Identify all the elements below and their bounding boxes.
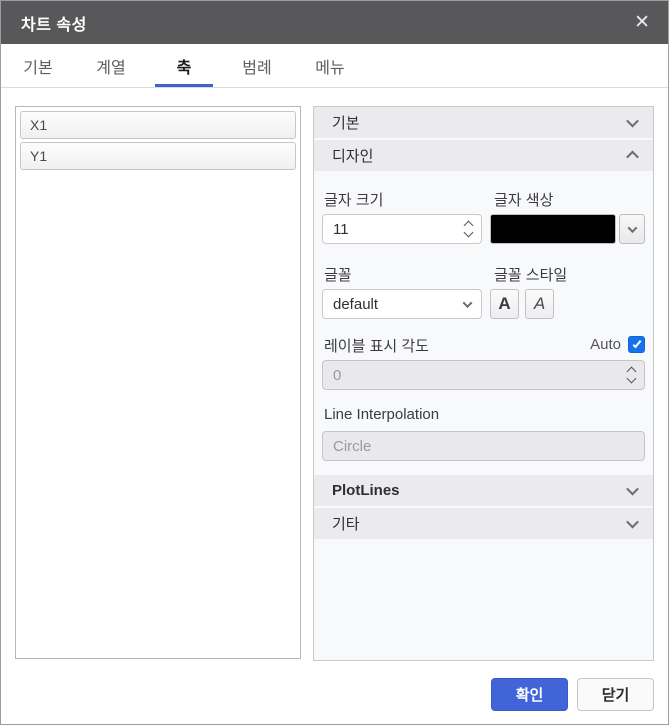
tab-axis[interactable]: 축 (155, 44, 213, 87)
font-family-select[interactable]: default (322, 289, 482, 319)
font-size-spinner[interactable] (463, 214, 474, 244)
chart-properties-dialog: 차트 속성 ✕ 기본 계열 축 범례 메뉴 X1 Y1 기본 디자인 글자 크기… (0, 0, 669, 725)
spinner-down-icon[interactable] (463, 227, 474, 238)
chevron-down-icon (626, 114, 639, 128)
tab-menu[interactable]: 메뉴 (301, 44, 359, 87)
title-bar: 차트 속성 ✕ (1, 1, 668, 44)
font-color-label: 글자 색상 (494, 192, 554, 209)
font-size-label: 글자 크기 (324, 192, 384, 209)
properties-panel: 기본 디자인 글자 크기 글자 색상 11 글꼴 글꼴 스타일 default … (313, 106, 654, 661)
tab-basic[interactable]: 기본 (9, 44, 67, 87)
label-angle-input[interactable] (322, 360, 645, 390)
spinner-down-icon[interactable] (626, 373, 637, 384)
label-angle-spinner[interactable] (626, 360, 637, 390)
font-size-input[interactable] (322, 214, 482, 244)
font-family-label: 글꼴 (324, 267, 352, 284)
dialog-footer: 확인 닫기 (1, 661, 668, 724)
axis-list-item-x1[interactable]: X1 (20, 111, 296, 139)
line-interpolation-label: Line Interpolation (324, 406, 440, 423)
tab-series[interactable]: 계열 (82, 44, 140, 87)
accordion-header-basic[interactable]: 기본 (314, 107, 653, 140)
label-angle-label: 레이블 표시 각도 (324, 338, 429, 355)
chevron-down-icon (626, 482, 639, 496)
chevron-down-icon (462, 297, 473, 308)
auto-label: Auto (590, 335, 621, 353)
close-icon[interactable]: ✕ (634, 13, 650, 32)
close-button[interactable]: 닫기 (577, 677, 654, 711)
font-family-value: default (333, 295, 379, 313)
ok-button[interactable]: 확인 (491, 677, 568, 711)
line-interpolation-input[interactable] (322, 431, 645, 461)
accordion-header-plotlines[interactable]: PlotLines (314, 475, 653, 508)
tab-bar: 기본 계열 축 범례 메뉴 (1, 44, 668, 88)
label-angle-stepper (322, 360, 645, 390)
color-dropdown-button[interactable] (619, 214, 645, 244)
accordion-header-design[interactable]: 디자인 (314, 140, 653, 173)
chevron-down-icon (626, 515, 639, 529)
axis-list-item-y1[interactable]: Y1 (20, 142, 296, 170)
bold-button[interactable]: A (490, 289, 519, 319)
dialog-body: X1 Y1 기본 디자인 글자 크기 글자 색상 11 글꼴 글꼴 스타일 de… (1, 88, 668, 661)
accordion-header-etc[interactable]: 기타 (314, 508, 653, 541)
font-style-label: 글꼴 스타일 (494, 267, 568, 284)
font-size-stepper (322, 214, 482, 244)
font-color-picker (490, 214, 645, 244)
auto-checkbox[interactable] (628, 335, 645, 353)
axis-list: X1 Y1 (15, 106, 301, 659)
chevron-up-icon (626, 150, 639, 164)
check-icon (632, 338, 641, 348)
design-section-content: 글자 크기 글자 색상 11 글꼴 글꼴 스타일 default A A 레이블… (314, 173, 653, 475)
italic-button[interactable]: A (525, 289, 554, 319)
chevron-down-icon (627, 222, 637, 233)
color-swatch[interactable] (490, 214, 616, 244)
dialog-title: 차트 속성 (21, 16, 87, 34)
tab-legend[interactable]: 범례 (228, 44, 286, 87)
